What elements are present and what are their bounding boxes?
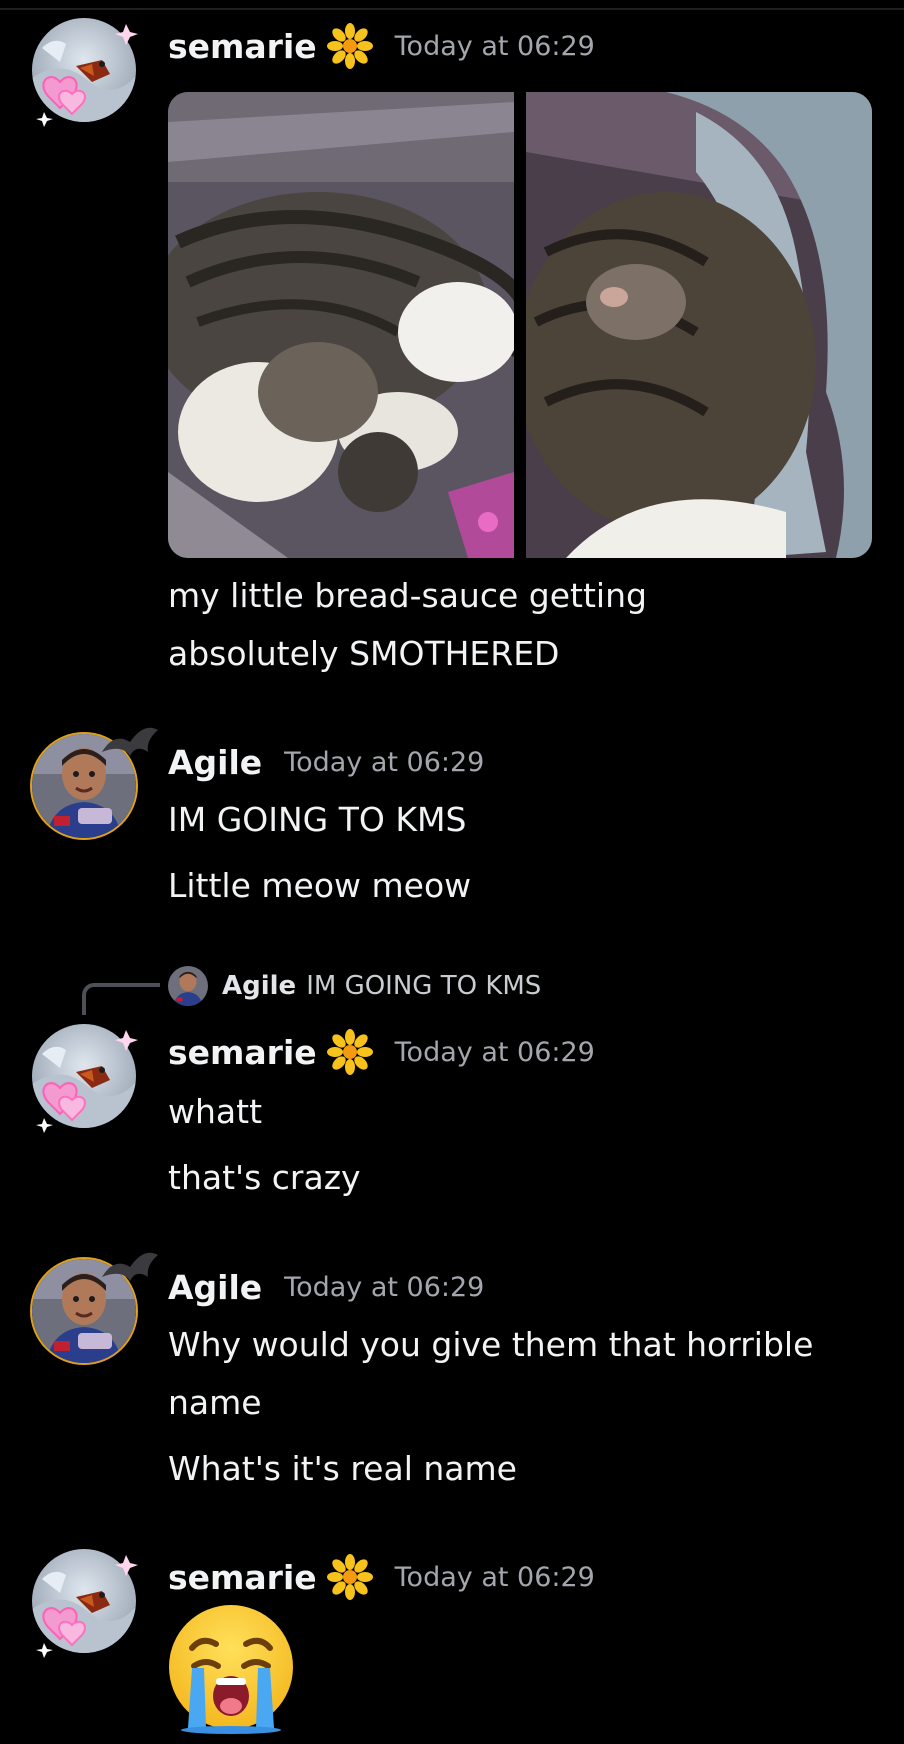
timestamp: Today at 06:29	[284, 1271, 485, 1303]
username[interactable]: Agile	[168, 743, 262, 782]
message-text-line: name	[168, 1383, 262, 1422]
message-2: Agile Today at 06:29 IM GOING TO KMS Lit…	[0, 720, 904, 920]
message-text-line: my little bread-sauce getting	[168, 576, 647, 615]
timestamp: Today at 06:29	[394, 1561, 595, 1593]
message-1: semarie Today at 06:29 my little bread-s…	[0, 0, 904, 680]
timestamp: Today at 06:29	[394, 1036, 595, 1068]
avatar-agile[interactable]	[32, 727, 158, 838]
message-text-line: absolutely SMOTHERED	[168, 634, 560, 673]
username[interactable]: Agile	[168, 1268, 262, 1307]
cat-photo-2[interactable]	[526, 92, 872, 558]
timestamp: Today at 06:29	[394, 30, 595, 62]
flower-badge-icon	[326, 1554, 373, 1600]
timestamp: Today at 06:29	[284, 746, 485, 778]
cat-photo-1[interactable]	[168, 92, 514, 558]
avatar-semarie[interactable]	[32, 1024, 138, 1133]
avatar-decoration-bat	[102, 1252, 158, 1281]
message-3: semarie Today at 06:29 whatt that's craz…	[0, 1010, 904, 1220]
username[interactable]: semarie	[168, 27, 317, 66]
avatar-decoration-hearts	[36, 24, 138, 127]
message-text-line: Little meow meow	[168, 866, 472, 905]
message-5: semarie Today at 06:29	[0, 1535, 904, 1744]
reply-preview-text[interactable]: IM GOING TO KMS	[306, 971, 541, 1001]
message-text-line: IM GOING TO KMS	[168, 800, 467, 839]
message-text-line: What's it's real name	[168, 1449, 517, 1488]
message-text-line: that's crazy	[168, 1158, 361, 1197]
reply-reference[interactable]: Agile IM GOING TO KMS	[168, 964, 541, 1008]
message-4: Agile Today at 06:29 Why would you give …	[0, 1245, 904, 1505]
avatar-decoration-hearts	[36, 1030, 138, 1133]
message-header: semarie Today at 06:29	[168, 1029, 595, 1075]
reply-avatar-agile	[168, 966, 208, 1006]
message-text-line: whatt	[168, 1092, 263, 1131]
avatar-semarie[interactable]	[32, 18, 138, 127]
message-header: Agile Today at 06:29	[168, 1265, 484, 1309]
avatar-decoration-bat	[102, 727, 158, 756]
reply-author[interactable]: Agile	[222, 971, 296, 1001]
avatar-agile[interactable]	[32, 1252, 158, 1363]
flower-badge-icon	[326, 23, 373, 69]
crying-face-icon[interactable]	[166, 1604, 296, 1734]
message-text-line: Why would you give them that horrible	[168, 1325, 814, 1364]
avatar-decoration-hearts	[36, 1555, 138, 1658]
image-attachments	[168, 92, 872, 558]
username[interactable]: semarie	[168, 1558, 317, 1597]
message-header: semarie Today at 06:29	[168, 1554, 595, 1600]
flower-badge-icon	[326, 1029, 373, 1075]
username[interactable]: semarie	[168, 1033, 317, 1072]
message-header: semarie Today at 06:29	[168, 23, 595, 69]
message-header: Agile Today at 06:29	[168, 740, 484, 784]
avatar-semarie[interactable]	[32, 1549, 138, 1658]
